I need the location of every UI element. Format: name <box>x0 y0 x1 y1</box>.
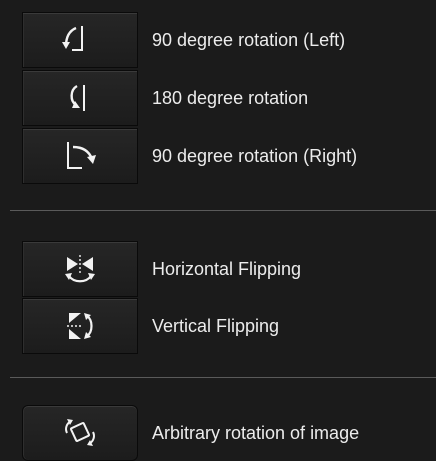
flip-horizontal-icon <box>60 252 100 286</box>
rotate-left-label: 90 degree rotation (Left) <box>152 30 346 50</box>
flip-vertical-button[interactable] <box>22 298 138 354</box>
arbitrary-rotation-button[interactable] <box>22 405 138 461</box>
rotate-right-label: 90 degree rotation (Right) <box>152 146 358 166</box>
rotate-left-row: 90 degree rotation (Left) <box>0 12 436 70</box>
flip-vertical-icon <box>60 309 100 343</box>
rotation-panel: 90 degree rotation (Left) 180 degree rot… <box>0 0 436 461</box>
rotate-180-label: 180 degree rotation <box>152 88 309 108</box>
flip-horizontal-label: Horizontal Flipping <box>152 259 302 279</box>
rotate-180-button[interactable] <box>22 70 138 126</box>
flip-horizontal-row: Horizontal Flipping <box>0 241 436 299</box>
flip-vertical-label: Vertical Flipping <box>152 316 280 336</box>
separator <box>10 210 436 211</box>
arbitrary-rotation-label: Arbitrary rotation of image <box>152 423 360 443</box>
flip-horizontal-button[interactable] <box>22 241 138 297</box>
rotate-right-button[interactable] <box>22 128 138 184</box>
separator <box>10 377 436 378</box>
rotate-right-row: 90 degree rotation (Right) <box>0 128 436 186</box>
rotate-left-icon <box>60 23 100 57</box>
arbitrary-rotation-icon <box>60 416 100 450</box>
rotate-left-button[interactable] <box>22 12 138 68</box>
rotate-180-icon <box>60 81 100 115</box>
flip-vertical-row: Vertical Flipping <box>0 298 436 356</box>
rotate-right-icon <box>60 139 100 173</box>
arbitrary-rotation-row: Arbitrary rotation of image <box>0 405 436 461</box>
rotate-180-row: 180 degree rotation <box>0 70 436 128</box>
